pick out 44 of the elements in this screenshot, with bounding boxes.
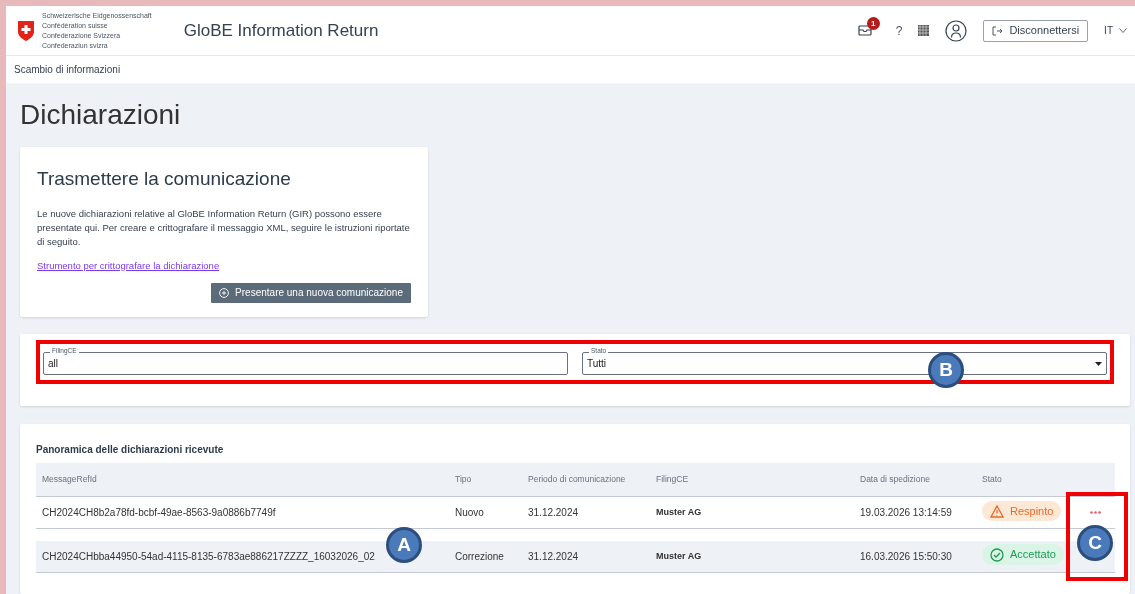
language-selector[interactable]: IT xyxy=(1104,23,1127,39)
dropdown-arrow-icon xyxy=(1095,361,1102,366)
chevron-down-icon xyxy=(1119,28,1127,34)
table-cell-text: 19.03.2026 13:14:59 xyxy=(860,506,953,520)
table-cell-text: 16.03.2026 15:50:30 xyxy=(860,550,953,564)
logout-icon xyxy=(992,25,1004,36)
card-description: Le nuove dichiarazioni relative al GloBE Information Return (GIR) possono essere presentate qui. Per creare e crittografare il messaggio XML, seguire le istruzioni riportate di seguito. xyxy=(37,206,411,249)
app-title: GloBE Information Return xyxy=(183,20,379,42)
help-button[interactable]: ? xyxy=(895,21,903,40)
table-cell-text: 31.12.2024 xyxy=(528,550,580,564)
notification-badge: 1 xyxy=(866,17,880,31)
column-header: Tipo xyxy=(455,473,473,486)
table-cell-text: Muster AG xyxy=(656,505,703,519)
table-title: Panoramica delle dichiarazioni ricevute xyxy=(36,443,225,457)
table-cell-text: 31.12.2024 xyxy=(528,506,580,520)
more-options-icon[interactable] xyxy=(1090,511,1101,514)
grid-icon[interactable] xyxy=(918,25,930,37)
encryption-tool-link[interactable]: Strumento per crittografare la dichiarazione xyxy=(37,258,411,273)
column-header: Data di spedizione xyxy=(860,473,931,486)
column-header: MessageRefId xyxy=(42,473,98,486)
breadcrumb[interactable]: Scambio di informazioni xyxy=(14,62,121,78)
new-submission-button[interactable]: Presentare una nuova comunicazione xyxy=(211,282,411,303)
column-header: Periodo di comunicazione xyxy=(528,473,627,486)
table-cell-text: CH2024CH8b2a78fd-bcbf-49ae-8563-9a0886b7749f xyxy=(42,506,277,520)
status-badge: Respinto xyxy=(982,500,1062,522)
table-cell-text: Nuovo xyxy=(455,506,485,520)
inbox-button[interactable]: 1 xyxy=(857,17,880,37)
status-badge: Accettato xyxy=(982,544,1064,565)
logout-button[interactable]: Disconnettersi xyxy=(983,19,1089,42)
field-value: all xyxy=(48,357,58,371)
warning-icon xyxy=(990,504,1004,518)
column-header: Stato xyxy=(982,473,1003,486)
field-value: Tutti xyxy=(587,357,607,371)
table-cell-text: Correzione xyxy=(455,550,505,564)
column-header: FilingCE xyxy=(656,473,690,486)
page-title: Dichiarazioni xyxy=(20,98,182,132)
card-title: Trasmettere la comunicazione xyxy=(37,167,292,191)
check-circle-icon xyxy=(990,547,1004,562)
user-icon[interactable] xyxy=(945,19,968,42)
swiss-shield-logo xyxy=(18,20,34,41)
table-cell-text: Muster AG xyxy=(656,549,703,563)
table-cell-text: CH2024CHbba44950-54ad-4115-8135-6783ae886217ZZZZ_16032026_02 xyxy=(42,550,376,564)
plus-circle-icon xyxy=(219,287,230,298)
inbox-icon xyxy=(857,25,872,37)
